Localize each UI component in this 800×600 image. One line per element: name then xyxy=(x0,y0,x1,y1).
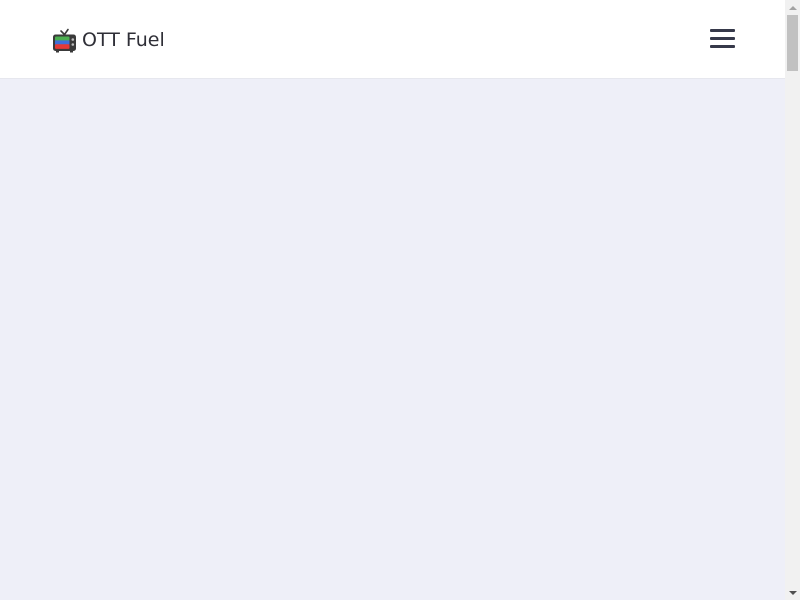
scroll-down-arrow-icon[interactable] xyxy=(785,585,800,600)
hamburger-menu-icon-bar-middle xyxy=(710,37,735,40)
vertical-scrollbar[interactable] xyxy=(785,0,800,600)
brand-name: OTT Fuel xyxy=(82,29,165,51)
scroll-up-arrow-icon[interactable] xyxy=(785,0,800,15)
hamburger-menu-icon-bar-bottom xyxy=(710,45,735,48)
top-navbar: OTT Fuel xyxy=(0,0,785,79)
retro-tv-icon xyxy=(53,28,76,52)
brand-home-link[interactable]: OTT Fuel xyxy=(52,25,165,55)
page: OTT Fuel xyxy=(0,0,785,600)
scrollbar-thumb[interactable] xyxy=(787,15,798,71)
main-content-area xyxy=(0,79,785,600)
hamburger-menu-button[interactable] xyxy=(704,24,740,54)
hamburger-menu-icon-bar-top xyxy=(710,29,735,32)
browser-viewport: OTT Fuel xyxy=(0,0,800,600)
